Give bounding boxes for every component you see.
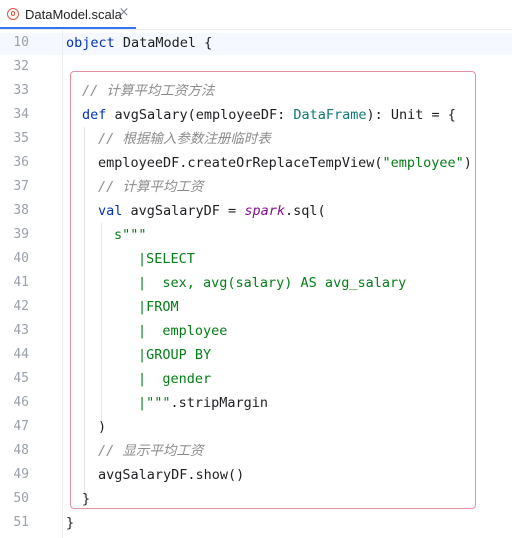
code-line: 45 | gender [0,367,512,391]
line-number: 49 [13,467,29,482]
code-text: ) [98,419,107,435]
comment: // 计算平均工资 [98,179,204,195]
code-line: 50 } [0,487,512,511]
code-line: 41 | sex, avg(salary) AS avg_salary [0,271,512,295]
line-number: 47 [13,419,29,434]
code-text: } [82,491,91,507]
editor-tab-bar: DataModel.scala × [0,0,512,30]
comment: // 显示平均工资 [98,443,204,459]
code-line: 46 |""".stripMargin [0,391,512,415]
code-line: 49 avgSalaryDF.show() [0,463,512,487]
string-literal: | employee [138,323,228,339]
code-line: 42 |FROM [0,295,512,319]
string-literal: |GROUP BY [138,347,212,363]
code-line: 36 employeeDF.createOrReplaceTempView("e… [0,151,512,175]
line-number: 32 [13,59,29,74]
close-icon[interactable]: × [117,5,131,21]
code-line: 33 // 计算平均工资方法 [0,79,512,103]
code-line: 44 |GROUP BY [0,343,512,367]
code-line: 37 // 计算平均工资 [0,175,512,199]
code-text: employeeDF.createOrReplaceTempView("empl… [98,155,472,171]
line-number: 51 [13,515,29,530]
code-text: def avgSalary(employeeDF: DataFrame): Un… [82,107,456,123]
line-number: 46 [13,395,29,410]
line-number: 36 [13,155,29,170]
tab-label: DataModel.scala [25,7,122,22]
string-literal: | sex, avg(salary) AS avg_salary [138,275,407,291]
code-line: 43 | employee [0,319,512,343]
string-literal: |FROM [138,299,179,315]
line-number: 35 [13,131,29,146]
line-number: 37 [13,179,29,194]
code-line: 32 [0,55,512,79]
string-literal: |SELECT [138,251,195,267]
code-line: 34 def avgSalary(employeeDF: DataFrame):… [0,103,512,127]
code-text: object DataModel { [66,35,213,51]
line-number: 50 [13,491,29,506]
code-line: 47 ) [0,415,512,439]
line-number: 44 [13,347,29,362]
code-line: 39 s""" [0,223,512,247]
string-literal: | gender [138,371,212,387]
scala-file-icon [7,8,19,20]
line-number: 34 [13,107,29,122]
line-number: 42 [13,299,29,314]
line-number: 39 [13,227,29,242]
code-line: 10 object DataModel { [0,31,512,55]
line-number: 40 [13,251,29,266]
line-number: 38 [13,203,29,218]
code-line: 51 } [0,511,512,535]
line-number: 45 [13,371,29,386]
code-line: 35 // 根据输入参数注册临时表 [0,127,512,151]
code-line: 48 // 显示平均工资 [0,439,512,463]
tab-datamodel-scala[interactable]: DataModel.scala × [0,0,136,29]
code-text: val avgSalaryDF = spark.sql( [98,203,326,219]
comment: // 计算平均工资方法 [82,83,215,99]
string-literal: s""" [114,227,147,243]
line-number: 48 [13,443,29,458]
code-line: 38 val avgSalaryDF = spark.sql( [0,199,512,223]
line-number: 41 [13,275,29,290]
line-number: 10 [13,35,29,50]
line-number: 43 [13,323,29,338]
code-text: |""".stripMargin [138,395,269,411]
code-line: 40 |SELECT [0,247,512,271]
code-text: } [66,515,75,531]
line-number: 33 [13,83,29,98]
comment: // 根据输入参数注册临时表 [98,131,271,147]
code-text: avgSalaryDF.show() [98,467,245,483]
